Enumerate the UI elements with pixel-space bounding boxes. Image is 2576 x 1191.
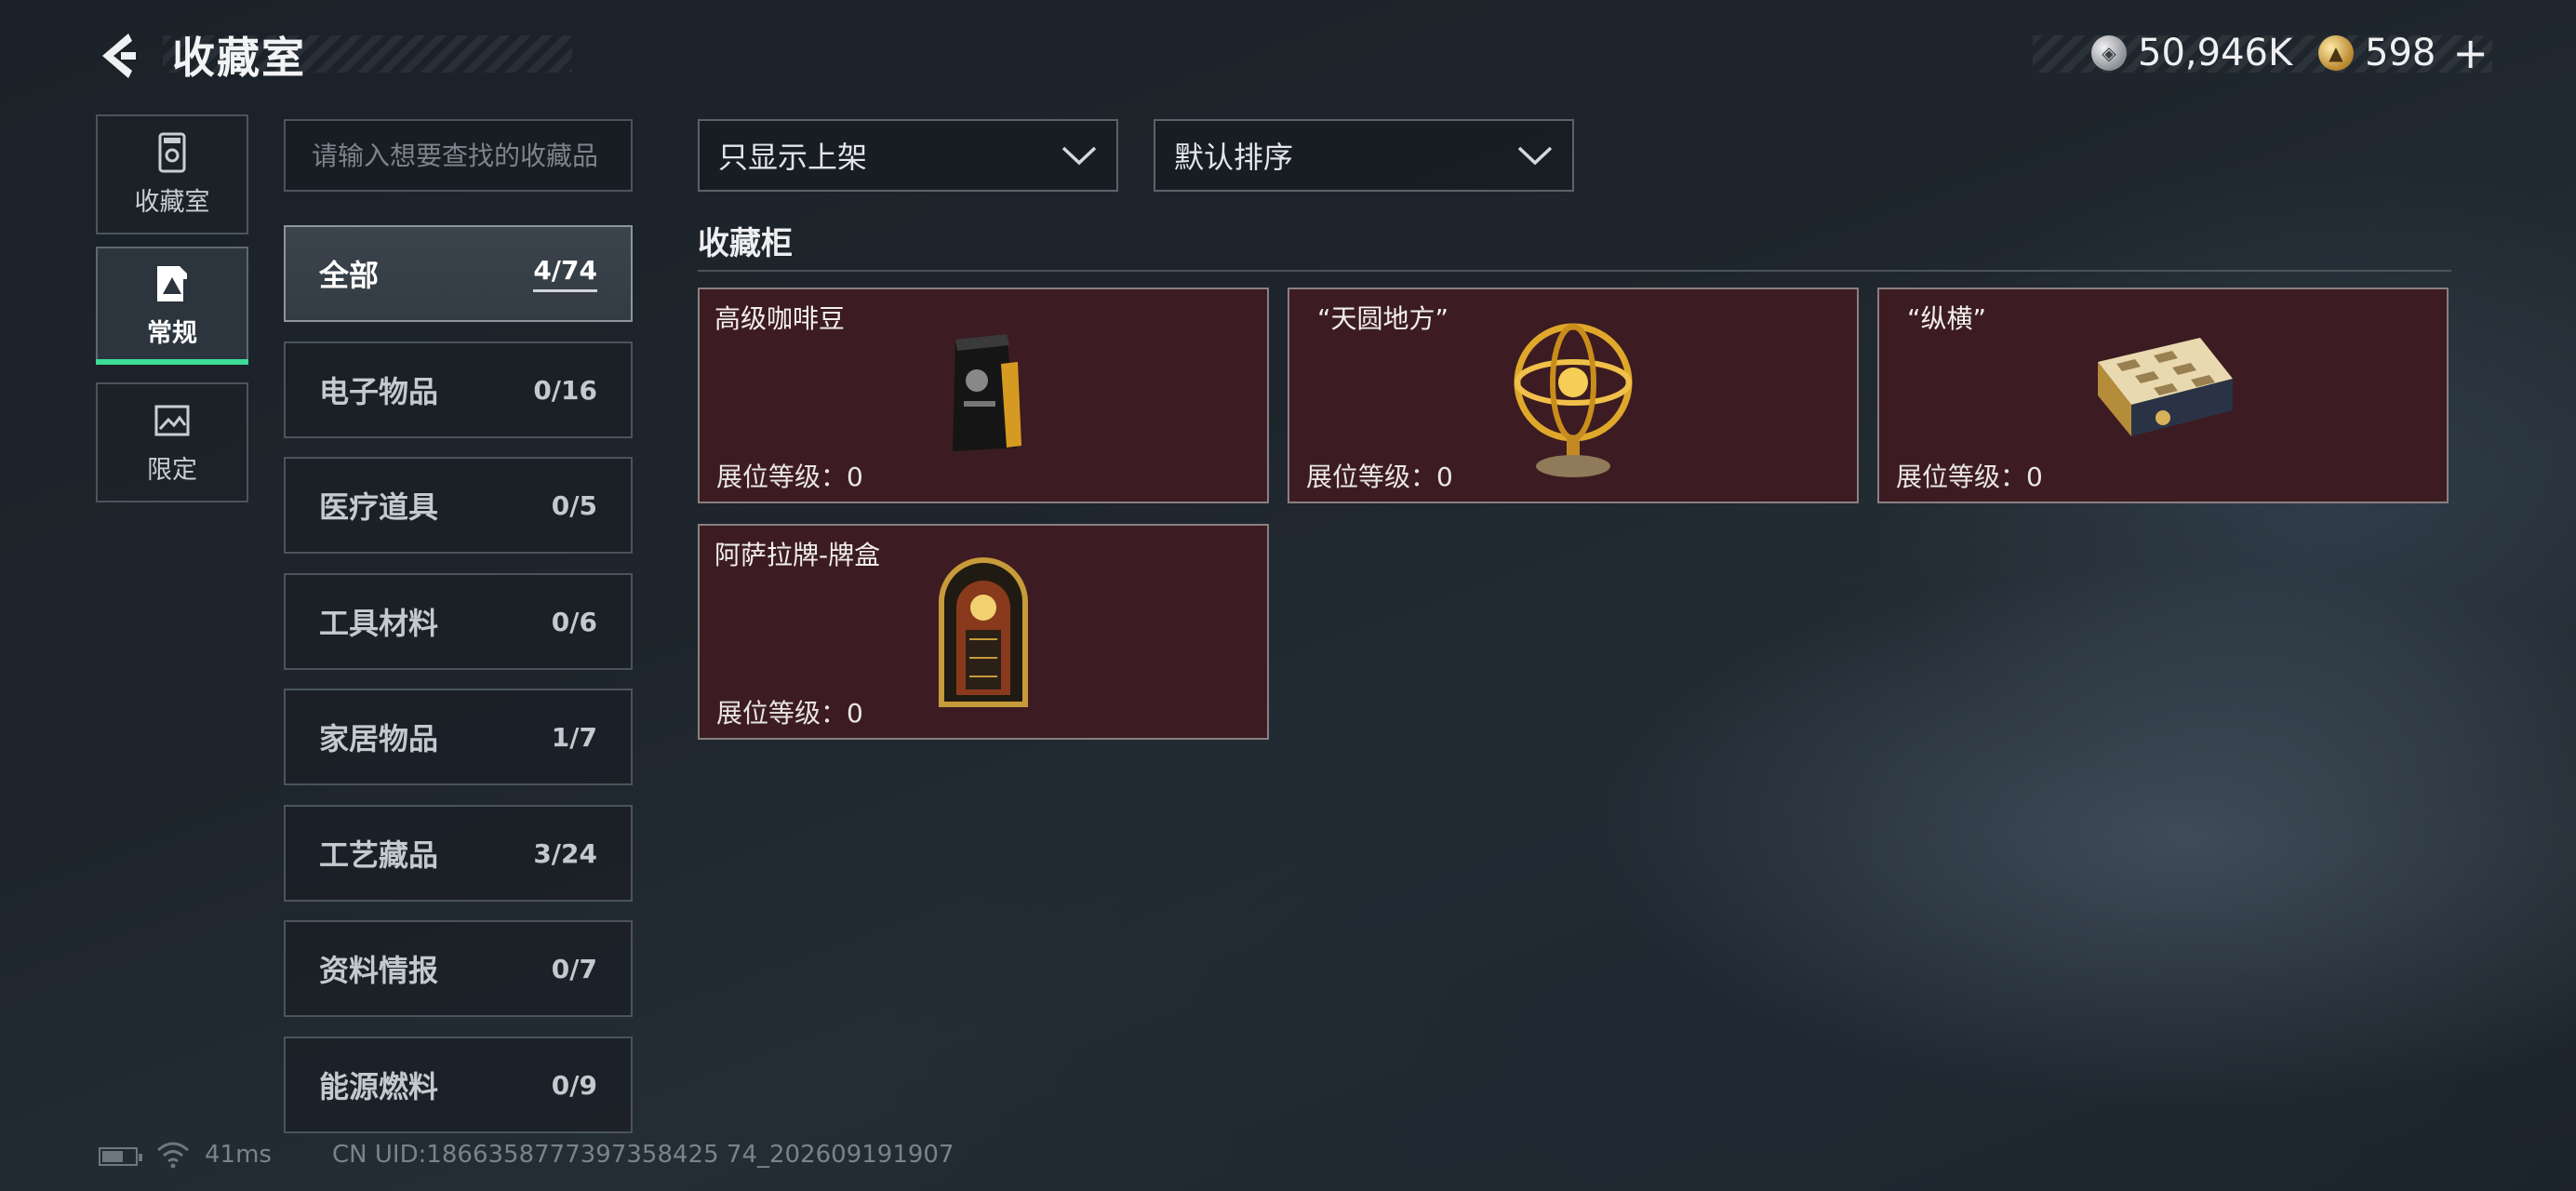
item-level: 展位等级：0 xyxy=(716,462,863,492)
item-card-card-box[interactable]: 阿萨拉牌-牌盒 展位等级：0 xyxy=(698,524,1269,740)
item-card-armillary[interactable]: “天圆地方” 展位等级：0 xyxy=(1288,288,1859,503)
nav-regular[interactable]: 常规 xyxy=(96,247,248,364)
chevron-down-icon xyxy=(1517,146,1553,166)
chevron-down-icon xyxy=(1061,146,1097,166)
category-count: 0/5 xyxy=(551,489,597,521)
nav-active-indicator xyxy=(96,359,248,365)
item-name: “天圆地方” xyxy=(1317,303,1449,334)
category-count: 0/6 xyxy=(551,606,597,637)
silver-currency: ◈ 50,946K xyxy=(2091,28,2292,78)
coffee-bag-icon xyxy=(953,334,1021,451)
gold-amount: 598 xyxy=(2365,32,2436,74)
category-intel[interactable]: 资料情报 0/7 xyxy=(284,920,633,1017)
category-name: 全部 xyxy=(319,258,380,293)
category-name: 医疗道具 xyxy=(319,489,439,525)
category-count: 3/24 xyxy=(533,837,597,869)
category-medical[interactable]: 医疗道具 0/5 xyxy=(284,457,633,554)
nav-collection-room[interactable]: 收藏室 xyxy=(96,114,248,234)
nav-label: 收藏室 xyxy=(134,188,210,217)
item-level: 展位等级：0 xyxy=(1306,462,1453,492)
silver-coin-icon: ◈ xyxy=(2091,35,2127,71)
uid-label: CN UID:1866358777397358425 74_2026091919… xyxy=(332,1141,954,1169)
ping-readout: 41ms xyxy=(205,1141,272,1169)
sort-dropdown[interactable]: 默认排序 xyxy=(1154,119,1574,192)
item-name: “纵横” xyxy=(1907,303,1987,334)
filter-dropdown[interactable]: 只显示上架 xyxy=(698,119,1118,192)
category-electronics[interactable]: 电子物品 0/16 xyxy=(284,341,633,438)
storage-cabinet-icon xyxy=(158,132,186,173)
category-count: 4/74 xyxy=(533,255,597,292)
document-icon xyxy=(157,265,187,301)
section-title: 收藏柜 xyxy=(698,225,793,262)
item-level: 展位等级：0 xyxy=(716,698,863,729)
chess-board-icon xyxy=(2098,338,2233,436)
silver-amount: 50,946K xyxy=(2138,32,2293,74)
category-crafts[interactable]: 工艺藏品 3/24 xyxy=(284,805,633,902)
add-currency-button[interactable]: + xyxy=(2452,28,2489,78)
back-arrow-icon[interactable] xyxy=(93,28,149,84)
category-household[interactable]: 家居物品 1/7 xyxy=(284,689,633,785)
battery-icon xyxy=(99,1147,142,1166)
category-count: 0/16 xyxy=(533,374,597,406)
card-box-icon xyxy=(939,557,1028,707)
item-card-chess[interactable]: “纵横” 展位等级：0 xyxy=(1877,288,2449,503)
section-divider xyxy=(698,270,2451,272)
image-frame-icon xyxy=(154,405,190,436)
category-name: 电子物品 xyxy=(319,374,439,409)
armillary-sphere-icon xyxy=(1514,323,1633,477)
nav-label: 常规 xyxy=(147,318,197,348)
category-count: 0/9 xyxy=(551,1069,597,1101)
category-name: 能源燃料 xyxy=(319,1069,439,1104)
item-level: 展位等级：0 xyxy=(1896,462,2043,492)
nav-limited[interactable]: 限定 xyxy=(96,382,248,502)
item-name: 阿萨拉牌-牌盒 xyxy=(714,540,881,570)
search-input[interactable] xyxy=(284,119,633,192)
category-name: 家居物品 xyxy=(319,721,439,756)
category-all[interactable]: 全部 4/74 xyxy=(284,225,633,322)
sort-value: 默认排序 xyxy=(1174,140,1294,175)
page-title: 收藏室 xyxy=(172,33,306,83)
item-name: 高级咖啡豆 xyxy=(714,303,846,334)
item-card-coffee[interactable]: 高级咖啡豆 展位等级：0 xyxy=(698,288,1269,503)
category-energy[interactable]: 能源燃料 0/9 xyxy=(284,1037,633,1133)
category-tools[interactable]: 工具材料 0/6 xyxy=(284,573,633,670)
category-name: 工具材料 xyxy=(319,606,439,641)
category-name: 工艺藏品 xyxy=(319,837,439,873)
category-name: 资料情报 xyxy=(319,953,439,988)
wifi-icon xyxy=(157,1142,189,1169)
filter-value: 只显示上架 xyxy=(718,140,868,175)
gold-currency[interactable]: ▲ 598 + xyxy=(2318,28,2489,78)
category-count: 1/7 xyxy=(551,721,597,753)
category-count: 0/7 xyxy=(551,953,597,984)
gold-coin-icon: ▲ xyxy=(2318,35,2354,71)
nav-label: 限定 xyxy=(147,456,197,485)
